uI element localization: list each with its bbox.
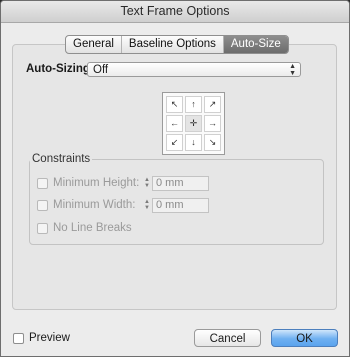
- minimum-height-field[interactable]: 0 mm: [152, 176, 209, 191]
- reference-point-top-center[interactable]: ↑: [185, 96, 202, 113]
- preview-label: Preview: [29, 332, 70, 344]
- minimum-width-field[interactable]: 0 mm: [152, 198, 209, 213]
- auto-sizing-value: Off: [93, 64, 109, 76]
- minimum-height-stepper[interactable]: ▲ ▼: [143, 176, 151, 190]
- reference-point-middle-right[interactable]: →: [204, 115, 221, 132]
- minimum-width-label: Minimum Width:: [53, 199, 136, 211]
- auto-sizing-label: Auto-Sizing: [26, 63, 90, 75]
- no-line-breaks-option: No Line Breaks: [37, 222, 132, 234]
- reference-point-bottom-center[interactable]: ↓: [185, 134, 202, 151]
- auto-sizing-select[interactable]: Off ▲ ▼: [87, 62, 301, 77]
- constraints-legend: Constraints: [32, 153, 91, 165]
- select-arrows-icon: ▲ ▼: [289, 62, 296, 77]
- reference-point-bottom-right[interactable]: ↘: [204, 134, 221, 151]
- reference-point-middle-left[interactable]: ←: [166, 115, 183, 132]
- minimum-width-stepper[interactable]: ▲ ▼: [143, 198, 151, 212]
- minimum-height-option: Minimum Height:: [37, 177, 139, 189]
- reference-point-bottom-left[interactable]: ↙: [166, 134, 183, 151]
- tab-baseline-options[interactable]: Baseline Options: [120, 36, 223, 53]
- cancel-button[interactable]: Cancel: [194, 329, 261, 347]
- no-line-breaks-checkbox[interactable]: [37, 222, 48, 234]
- preview-option: Preview: [13, 332, 70, 344]
- minimum-height-label: Minimum Height:: [53, 177, 140, 189]
- no-line-breaks-label: No Line Breaks: [53, 222, 132, 234]
- minimum-height-checkbox[interactable]: [37, 177, 48, 189]
- preview-checkbox[interactable]: [13, 332, 24, 344]
- reference-point-top-left[interactable]: ↖: [166, 96, 183, 113]
- reference-point-top-right[interactable]: ↗: [204, 96, 221, 113]
- ok-button[interactable]: OK: [271, 329, 338, 347]
- minimum-width-option: Minimum Width:: [37, 199, 135, 211]
- tab-auto-size[interactable]: Auto-Size: [222, 36, 288, 53]
- tab-general[interactable]: General: [66, 36, 121, 53]
- tab-bar: General Baseline Options Auto-Size: [65, 35, 289, 54]
- window-title: Text Frame Options: [1, 1, 349, 23]
- reference-point-center[interactable]: ✛: [185, 115, 202, 132]
- reference-point-grid: ↖ ↑ ↗ ← ✛ → ↙ ↓ ↘: [162, 92, 225, 155]
- text-frame-options-dialog: Text Frame Options General Baseline Opti…: [0, 0, 350, 357]
- minimum-width-checkbox[interactable]: [37, 199, 48, 211]
